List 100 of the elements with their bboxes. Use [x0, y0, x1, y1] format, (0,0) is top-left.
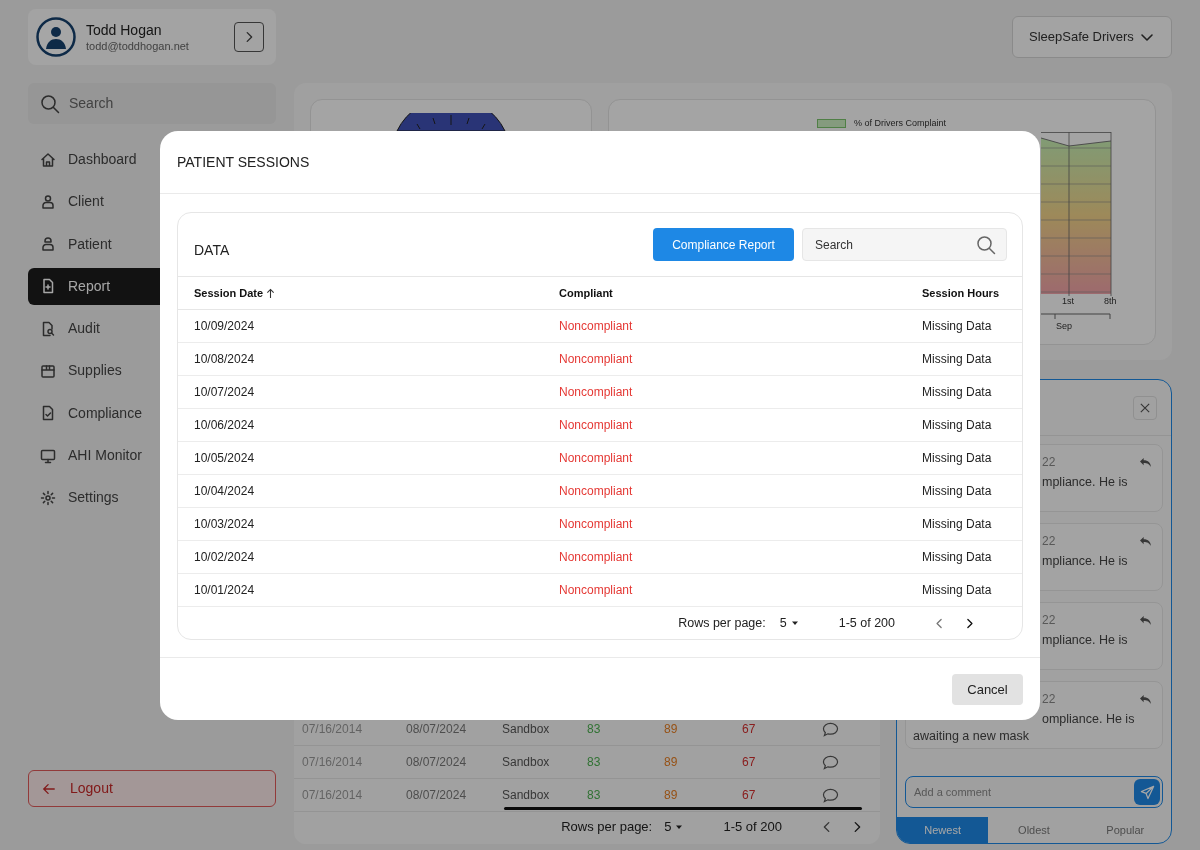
table-cell-text: 10/07/2024: [194, 384, 256, 401]
scrollbar-thumb[interactable]: [504, 807, 862, 810]
page-range: 1-5 of 200: [723, 818, 782, 837]
table-cell-text: 08/07/2024: [406, 721, 468, 738]
send-icon: [1139, 784, 1155, 800]
table-cell-text: 08/07/2024: [406, 787, 468, 804]
table-cell-text: 83: [587, 787, 602, 804]
close-button[interactable]: [1133, 395, 1157, 420]
table-cell-text: 10/02/2024: [194, 549, 256, 566]
send-button[interactable]: [1134, 779, 1160, 805]
search-field[interactable]: Search: [802, 228, 1007, 261]
table-cell-text: Missing Data: [922, 417, 993, 434]
table-cell-text: Sandbox: [502, 754, 551, 771]
table-cell-text: 10/05/2024: [194, 450, 256, 467]
axis-tick-label: 1st: [1062, 295, 1074, 308]
arrow-up-icon: [266, 287, 276, 299]
table-cell-text: 07/16/2014: [302, 721, 364, 738]
search-field[interactable]: Search: [28, 83, 276, 124]
compliance-report-button[interactable]: Compliance Report: [653, 228, 794, 261]
dialog-title: PATIENT SESSIONS: [177, 152, 310, 172]
expand-button[interactable]: [234, 22, 264, 52]
user-name: Todd Hogan: [86, 21, 163, 39]
rows-per-page-select[interactable]: 5: [779, 613, 799, 633]
sort-tab[interactable]: Popular: [1079, 817, 1171, 843]
caret-icon: [675, 823, 684, 831]
table-cell-text: Noncompliant: [559, 516, 634, 533]
table-cell-text: 10/09/2024: [194, 318, 256, 335]
document-search-icon: [40, 320, 56, 337]
rows-per-page-label: Rows per page:: [678, 614, 766, 632]
gear-icon: [40, 489, 56, 506]
comment-icon[interactable]: [822, 721, 839, 737]
axis-tick-label: 8th: [1104, 295, 1117, 308]
organization-select[interactable]: SleepSafe Drivers: [1012, 16, 1172, 58]
logout-button[interactable]: Logout: [28, 770, 276, 807]
table-cell-text: Missing Data: [922, 384, 993, 401]
table-cell-text: Noncompliant: [559, 450, 634, 467]
legend-label: % of Drivers Complaint: [854, 117, 947, 130]
rows-per-page-label: Rows per page:: [561, 818, 653, 837]
table-cell-text: Missing Data: [922, 549, 993, 566]
table-cell-text: 10/03/2024: [194, 516, 256, 533]
axis-line: [1041, 313, 1111, 321]
sort-tab[interactable]: Oldest: [988, 817, 1080, 843]
person-icon: [40, 236, 56, 253]
reply-icon[interactable]: [1139, 693, 1152, 705]
comment-text: mpliance. He is: [1042, 632, 1128, 649]
search-icon: [40, 93, 60, 114]
table-cell-text: Noncompliant: [559, 483, 634, 500]
table-cell-text: Missing Data: [922, 582, 993, 599]
sort-tab[interactable]: Newest: [897, 817, 989, 843]
comment-icon[interactable]: [822, 787, 839, 803]
close-icon: [1140, 402, 1150, 413]
rows-per-page-select[interactable]: 5: [664, 817, 684, 837]
table-cell-text: 89: [664, 721, 679, 738]
column-header[interactable]: Session Hours: [922, 284, 1022, 302]
table-cell-text: 08/07/2024: [406, 754, 468, 771]
table-cell-text: Missing Data: [922, 450, 993, 467]
table-cell-text: Sandbox: [502, 721, 551, 738]
comment-field[interactable]: Add a comment: [905, 776, 1163, 808]
box-icon: [40, 363, 56, 379]
section-title: DATA: [194, 241, 230, 260]
table-cell-text: Missing Data: [922, 516, 993, 533]
comment-icon[interactable]: [822, 754, 839, 770]
search-placeholder: Search: [815, 236, 854, 254]
table-cell-text: 07/16/2014: [302, 754, 364, 771]
table-cell-text: Missing Data: [922, 318, 993, 335]
search-icon: [976, 234, 996, 255]
comment-date: 22: [1042, 533, 1056, 550]
table-cell-text: Missing Data: [922, 483, 993, 500]
reply-icon[interactable]: [1139, 456, 1152, 468]
table-cell-text: 67: [742, 754, 757, 771]
arrow-left-icon: [42, 781, 56, 796]
comment-placeholder: Add a comment: [914, 784, 992, 800]
reply-icon[interactable]: [1139, 614, 1152, 626]
page-range: 1-5 of 200: [838, 614, 895, 632]
table-cell-text: Noncompliant: [559, 582, 634, 599]
table-cell-text: 10/01/2024: [194, 582, 256, 599]
column-header[interactable]: Compliant: [559, 284, 922, 302]
table-cell-text: 67: [742, 787, 757, 804]
user-email: todd@toddhogan.net: [86, 39, 190, 53]
table-cell-text: Sandbox: [502, 787, 551, 804]
table-cell-text: 83: [587, 754, 602, 771]
person-icon: [40, 193, 56, 210]
comment-text: ompliance. He is: [1042, 711, 1135, 728]
table-cell-text: 07/16/2014: [302, 787, 364, 804]
monitor-icon: [40, 447, 56, 464]
comment-text: awaiting a new mask: [913, 728, 1030, 745]
comment-text: mpliance. He is: [1042, 553, 1128, 570]
caret-icon: [790, 619, 799, 627]
cancel-button[interactable]: Cancel: [952, 674, 1023, 705]
table-cell-text: 10/04/2024: [194, 483, 256, 500]
avatar-icon: [36, 17, 76, 57]
comment-date: 22: [1042, 691, 1056, 708]
nav-item[interactable]: Client: [28, 183, 276, 221]
table-cell-text: 67: [742, 721, 757, 738]
table-cell-text: 89: [664, 787, 679, 804]
document-check-icon: [40, 405, 56, 422]
table-cell-text: Noncompliant: [559, 549, 634, 566]
search-placeholder: Search: [69, 94, 114, 113]
reply-icon[interactable]: [1139, 535, 1152, 547]
table-cell-text: 10/06/2024: [194, 417, 256, 434]
